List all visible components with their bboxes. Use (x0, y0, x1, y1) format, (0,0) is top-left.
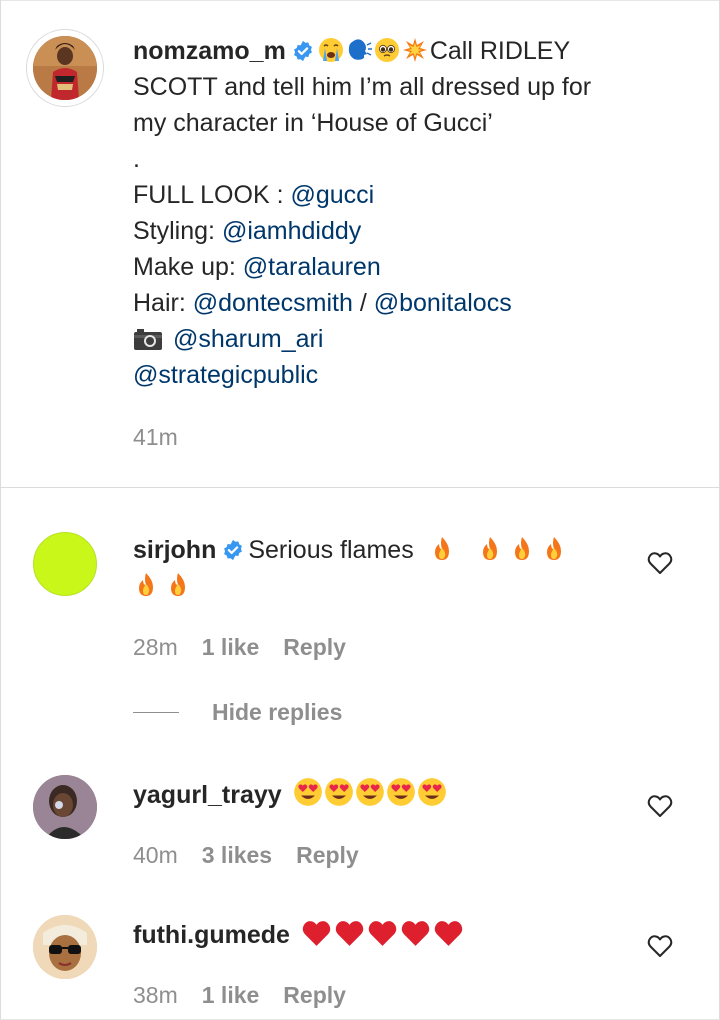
hair-separator: / (352, 289, 374, 317)
mention-taralauren[interactable]: @taralauren (243, 253, 381, 281)
caption-line-3: my character in ‘House of Gucci’ (133, 109, 493, 137)
comment-time: 40m (133, 842, 178, 868)
red-heart-icon (301, 919, 332, 947)
caption-line-1: Call RIDLEY (429, 37, 571, 65)
makeup-label: Make up: (133, 253, 243, 281)
caption-full-look-line: FULL LOOK : @gucci (133, 177, 591, 213)
verified-badge-icon (292, 40, 314, 62)
hide-replies-button[interactable]: Hide replies (212, 699, 342, 726)
avatar-photo (33, 775, 97, 839)
comment-avatar-sirjohn[interactable] (33, 532, 97, 596)
reply-button[interactable]: Reply (283, 634, 346, 660)
fire-icon (477, 536, 503, 562)
heart-eyes-icon (324, 777, 354, 807)
hair-label: Hair: (133, 289, 193, 317)
like-heart-icon[interactable] (647, 794, 673, 818)
comment-text-sirjohn: sirjohn Serious flames (133, 532, 569, 604)
red-heart-icon (334, 919, 365, 947)
caption-photo-line: @sharum_ari (133, 321, 591, 357)
fire-icon (165, 572, 191, 598)
caption-text: nomzamo_m Call RIDLEY SCOTT and tell him … (133, 33, 591, 393)
caption-dot: . (133, 145, 140, 173)
mention-dontecsmith[interactable]: @dontecsmith (193, 289, 353, 317)
comment-meta-sirjohn: 28m 1 like Reply (133, 634, 370, 661)
mention-strategicpublic[interactable]: @strategicpublic (133, 361, 318, 389)
mention-bonitalocs[interactable]: @bonitalocs (374, 289, 512, 317)
reply-button[interactable]: Reply (283, 982, 346, 1008)
frame-border-left (0, 0, 1, 1020)
heart-eyes-icon (417, 777, 447, 807)
comment-avatar-yagurl-trayy[interactable] (33, 775, 97, 839)
fire-icon (541, 536, 567, 562)
full-look-label: FULL LOOK : (133, 181, 291, 209)
like-heart-icon[interactable] (647, 551, 673, 575)
heart-eyes-icon (293, 777, 323, 807)
comment-body: Serious flames (248, 536, 414, 564)
mention-gucci[interactable]: @gucci (290, 181, 374, 209)
comment-username[interactable]: yagurl_trayy (133, 781, 282, 809)
mention-sharum-ari[interactable]: @sharum_ari (173, 325, 323, 353)
avatar-photo (33, 915, 97, 979)
like-heart-icon[interactable] (647, 934, 673, 958)
caption-hair-line: Hair: @dontecsmith / @bonitalocs (133, 285, 591, 321)
red-heart-icon (400, 919, 431, 947)
styling-label: Styling: (133, 217, 222, 245)
caption-meta: 41m (133, 424, 178, 451)
camera-icon (133, 327, 163, 351)
caption-timestamp: 41m (133, 424, 178, 450)
reply-button[interactable]: Reply (296, 842, 359, 868)
collision-icon (402, 37, 428, 63)
caption-avatar[interactable] (26, 29, 104, 107)
caption-makeup-line: Make up: @taralauren (133, 249, 591, 285)
comment-likes[interactable]: 1 like (202, 982, 260, 1008)
verified-badge-icon (222, 539, 244, 561)
caption-divider (0, 487, 720, 488)
red-heart-icon (367, 919, 398, 947)
fire-icon (133, 572, 159, 598)
caption-line-2: SCOTT and tell him I’m all dressed up fo… (133, 73, 592, 101)
caption-styling-line: Styling: @iamhdiddy (133, 213, 591, 249)
speaking-head-icon (346, 37, 372, 63)
comment-text-futhi-gumede: futhi.gumede (133, 917, 466, 953)
comment-meta-yagurl-trayy: 40m 3 likes Reply (133, 842, 383, 869)
loudly-crying-face-icon (318, 37, 344, 63)
comment-username[interactable]: futhi.gumede (133, 921, 290, 949)
heart-eyes-icon (386, 777, 416, 807)
comment-time: 38m (133, 982, 178, 1008)
mention-iamhdiddy[interactable]: @iamhdiddy (222, 217, 361, 245)
comment-likes[interactable]: 1 like (202, 634, 260, 660)
fire-icon (429, 536, 455, 562)
comment-username[interactable]: sirjohn (133, 536, 216, 564)
caption-username[interactable]: nomzamo_m (133, 37, 286, 65)
frame-border-top (0, 0, 720, 1)
hide-replies-line (133, 712, 179, 713)
comment-time: 28m (133, 634, 178, 660)
comment-likes[interactable]: 3 likes (202, 842, 272, 868)
comment-avatar-futhi-gumede[interactable] (33, 915, 97, 979)
fire-icon (509, 536, 535, 562)
comment-text-yagurl-trayy: yagurl_trayy (133, 777, 448, 813)
heart-eyes-icon (355, 777, 385, 807)
pleading-face-icon (374, 37, 400, 63)
avatar-photo (33, 36, 97, 100)
caption-pr-line: @strategicpublic (133, 357, 591, 393)
comment-meta-futhi-gumede: 38m 1 like Reply (133, 982, 370, 1009)
red-heart-icon (433, 919, 464, 947)
